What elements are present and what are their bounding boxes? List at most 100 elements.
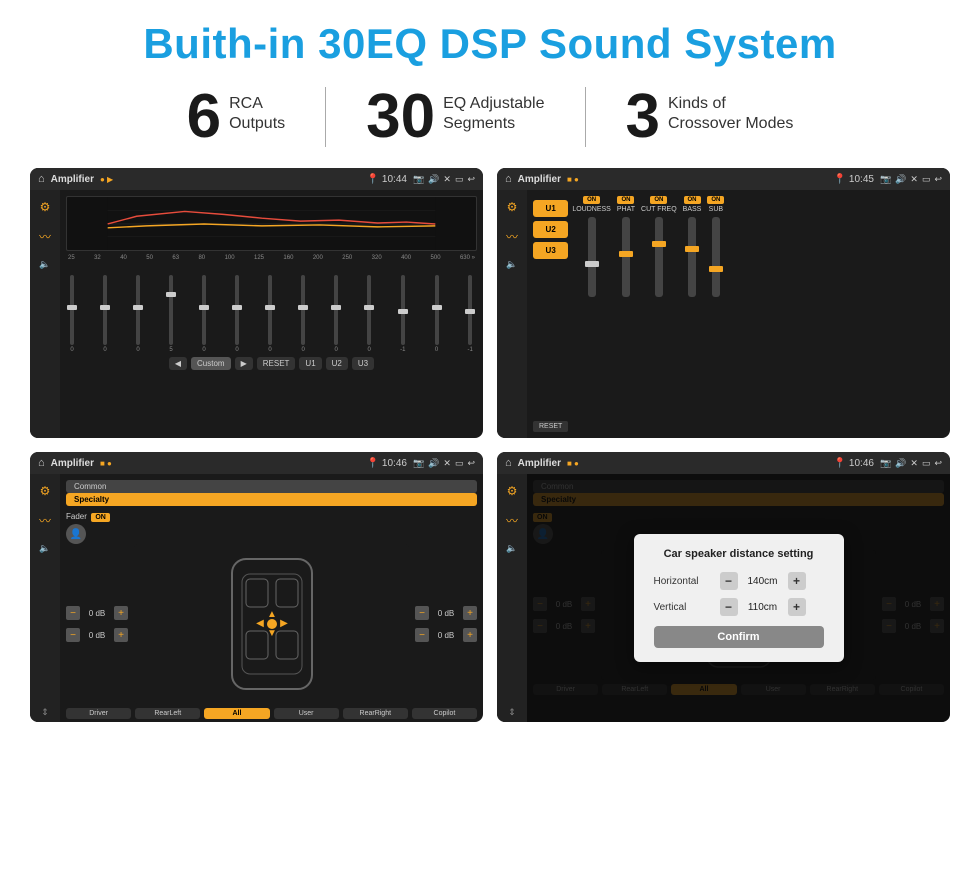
dialog-vertical-value: 110cm bbox=[744, 602, 782, 613]
slider-track-13[interactable] bbox=[468, 275, 472, 345]
volume-icon-s3: 🔊 bbox=[428, 458, 439, 469]
window-icon-s4: ▭ bbox=[922, 458, 931, 469]
tab-common-s3[interactable]: Common bbox=[66, 480, 477, 493]
stat-number-rca: 6 bbox=[187, 86, 221, 148]
screen1-title: Amplifier bbox=[51, 174, 94, 185]
reset-button-eq[interactable]: RESET bbox=[257, 357, 296, 370]
btn-all-s3[interactable]: All bbox=[204, 708, 269, 719]
speaker-icon-s4[interactable]: 🔈 bbox=[506, 543, 517, 554]
dialog-vertical-minus[interactable]: − bbox=[720, 598, 738, 616]
camera-icon-s1: 📷 bbox=[413, 174, 424, 185]
screen2-topbar: ⌂ Amplifier ■ ● 📍 10:45 📷 🔊 ✕ ▭ ↩ bbox=[497, 168, 950, 190]
amp-label-sub: SUB bbox=[709, 206, 723, 213]
volume-icon-s2: 🔊 bbox=[895, 174, 906, 185]
stat-rca: 6 RCAOutputs bbox=[147, 86, 326, 148]
u2-button-eq[interactable]: U2 bbox=[326, 357, 348, 370]
arrows-icon-s3[interactable]: ⇕ bbox=[41, 707, 49, 718]
close-icon-s3: ✕ bbox=[443, 458, 451, 469]
btn-copilot-s3[interactable]: Copilot bbox=[412, 708, 477, 719]
db-minus-br[interactable]: − bbox=[415, 628, 429, 642]
slider-cutfreq[interactable] bbox=[655, 217, 663, 297]
eq-icon-s2[interactable]: ⚙ bbox=[507, 200, 518, 214]
wave-icon-s4[interactable]: 〰 bbox=[506, 512, 518, 529]
db-control-bl: − 0 dB + bbox=[66, 628, 128, 642]
dialog-horizontal-minus[interactable]: − bbox=[720, 572, 738, 590]
slider-track-7[interactable] bbox=[268, 275, 272, 345]
slider-track-1[interactable] bbox=[70, 275, 74, 345]
eq-icon-s4[interactable]: ⚙ bbox=[507, 484, 518, 498]
slider-track-9[interactable] bbox=[334, 275, 338, 345]
db-plus-tl[interactable]: + bbox=[114, 606, 128, 620]
wave-icon-s2[interactable]: 〰 bbox=[506, 228, 518, 245]
slider-track-11[interactable] bbox=[401, 275, 405, 345]
slider-track-8[interactable] bbox=[301, 275, 305, 345]
home-icon-s2[interactable]: ⌂ bbox=[505, 173, 512, 185]
amp-col-sub: ON SUB bbox=[707, 196, 724, 432]
slider-track-2[interactable] bbox=[103, 275, 107, 345]
slider-bass[interactable] bbox=[688, 217, 696, 297]
btn-rearleft-s3[interactable]: RearLeft bbox=[135, 708, 200, 719]
speaker-icon-s1[interactable]: 🔈 bbox=[39, 259, 50, 270]
slider-track-4[interactable] bbox=[169, 275, 173, 345]
u1-button-eq[interactable]: U1 bbox=[299, 357, 321, 370]
prev-button[interactable]: ◀ bbox=[169, 357, 187, 370]
eq-icon-s3[interactable]: ⚙ bbox=[40, 484, 51, 498]
screen2-title: Amplifier bbox=[518, 174, 561, 185]
custom-button[interactable]: Custom bbox=[191, 357, 231, 370]
amp-sliders-section: ON LOUDNESS ON PHAT bbox=[572, 196, 944, 432]
slider-track-12[interactable] bbox=[435, 275, 439, 345]
speaker-footer: Driver RearLeft All User RearRight Copil… bbox=[66, 708, 477, 719]
screen4-icons: 📷 🔊 ✕ ▭ ↩ bbox=[880, 458, 942, 469]
home-icon-s3[interactable]: ⌂ bbox=[38, 457, 45, 469]
u3-button-eq[interactable]: U3 bbox=[352, 357, 374, 370]
preset-u1[interactable]: U1 bbox=[533, 200, 568, 217]
db-plus-br[interactable]: + bbox=[463, 628, 477, 642]
play-button[interactable]: ▶ bbox=[235, 357, 253, 370]
home-icon-s1[interactable]: ⌂ bbox=[38, 173, 45, 185]
preset-u3[interactable]: U3 bbox=[533, 242, 568, 259]
speaker-icon-s2[interactable]: 🔈 bbox=[506, 259, 517, 270]
slider-loudness[interactable] bbox=[588, 217, 596, 297]
db-minus-tr[interactable]: − bbox=[415, 606, 429, 620]
dialog-vertical-plus[interactable]: + bbox=[788, 598, 806, 616]
slider-col-5: 0 bbox=[202, 275, 206, 353]
slider-phat[interactable] bbox=[622, 217, 630, 297]
speaker-icon-s3[interactable]: 🔈 bbox=[39, 543, 50, 554]
screen3-time: 📍 10:46 bbox=[367, 458, 407, 469]
svg-text:▼: ▼ bbox=[267, 628, 277, 639]
person-icon-s3[interactable]: 👤 bbox=[66, 524, 86, 544]
stat-number-eq: 30 bbox=[366, 86, 435, 148]
slider-track-3[interactable] bbox=[136, 275, 140, 345]
eq-icon-s1[interactable]: ⚙ bbox=[40, 200, 51, 214]
screen1-sidebar: ⚙ 〰 🔈 bbox=[30, 190, 60, 438]
eq-sliders-row: 0 0 0 5 bbox=[66, 263, 477, 353]
db-minus-tl[interactable]: − bbox=[66, 606, 80, 620]
home-icon-s4[interactable]: ⌂ bbox=[505, 457, 512, 469]
db-minus-bl[interactable]: − bbox=[66, 628, 80, 642]
dialog-horizontal-plus[interactable]: + bbox=[788, 572, 806, 590]
wave-icon-s1[interactable]: 〰 bbox=[39, 228, 51, 245]
slider-track-6[interactable] bbox=[235, 275, 239, 345]
preset-u2[interactable]: U2 bbox=[533, 221, 568, 238]
slider-sub[interactable] bbox=[712, 217, 720, 297]
slider-track-10[interactable] bbox=[367, 275, 371, 345]
screen4-content: ⚙ 〰 🔈 ⇕ Common Specialty ON 👤 bbox=[497, 474, 950, 722]
db-plus-bl[interactable]: + bbox=[114, 628, 128, 642]
back-icon-s2: ↩ bbox=[934, 174, 942, 185]
slider-col-9: 0 bbox=[334, 275, 338, 353]
on-badge-phat: ON bbox=[617, 196, 634, 204]
btn-driver-s3[interactable]: Driver bbox=[66, 708, 131, 719]
arrows-icon-s4[interactable]: ⇕ bbox=[508, 707, 516, 718]
db-control-tr: − 0 dB + bbox=[415, 606, 477, 620]
btn-rearright-s3[interactable]: RearRight bbox=[343, 708, 408, 719]
tab-specialty-s3[interactable]: Specialty bbox=[66, 493, 477, 506]
btn-user-s3[interactable]: User bbox=[274, 708, 339, 719]
confirm-button[interactable]: Confirm bbox=[654, 626, 824, 648]
wave-icon-s3[interactable]: 〰 bbox=[39, 512, 51, 529]
reset-btn-amp[interactable]: RESET bbox=[533, 421, 568, 432]
db-plus-tr[interactable]: + bbox=[463, 606, 477, 620]
sp-left-controls: − 0 dB + − 0 dB + bbox=[66, 544, 128, 704]
stat-text-eq: EQ AdjustableSegments bbox=[443, 86, 544, 134]
slider-track-5[interactable] bbox=[202, 275, 206, 345]
eq-label-250: 250 bbox=[342, 255, 352, 261]
